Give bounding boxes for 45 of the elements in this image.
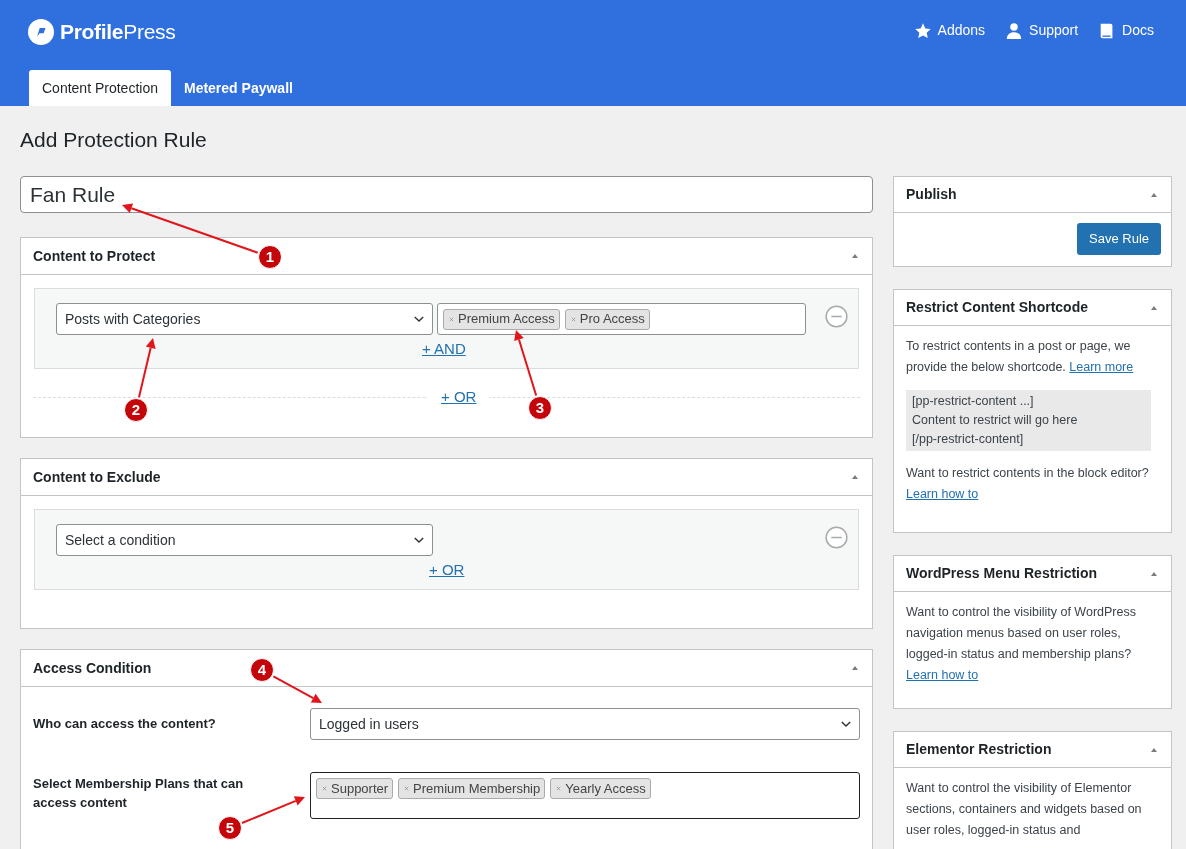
tag-chip: Premium Access (443, 308, 560, 330)
dropdown[interactable]: Select a condition (56, 524, 433, 556)
learn-link[interactable]: Learn how to (906, 487, 979, 501)
rule-title-field[interactable]: Fan Rule (20, 176, 873, 213)
annotation-arrow (241, 796, 305, 825)
learn-link[interactable]: Learn how to (906, 668, 979, 682)
panel-title: Content to Protect (33, 246, 156, 266)
logo-text: ProfilePress (60, 19, 176, 45)
page-title: Add Protection Rule (20, 127, 208, 153)
tag-chip: Premium Membership (398, 778, 546, 799)
panel-title: Content to Exclude (33, 467, 161, 487)
panel-title: WordPress Menu Restriction (906, 564, 1098, 583)
description-text: To restrict contents in a post or page, we provide the below shortcode. Learn more (906, 338, 1135, 376)
learn-link[interactable]: Learn more (1069, 360, 1134, 374)
or-link[interactable]: + OR (429, 559, 465, 582)
star-icon (913, 21, 932, 40)
header-link[interactable]: Support (1005, 20, 1079, 41)
person-icon (1005, 21, 1024, 40)
field-label: Select Membership Plans that can access content (33, 775, 245, 812)
tab[interactable]: Metered Paywall (170, 70, 306, 106)
header-link[interactable]: Addons (913, 20, 986, 41)
remove-circle-icon[interactable] (825, 305, 848, 328)
annotation-arrow (272, 675, 322, 703)
shortcode-block: [pp-restrict-content ...] Content to restrict will go here [/pp-restrict-content] (906, 390, 1151, 451)
description-text: Want to control the visibility of WordPress navigation menus based on user roles, logged-in status and membership plans? Learn how to (906, 604, 1137, 684)
logo-icon (28, 18, 54, 45)
and-link[interactable]: + AND (422, 338, 466, 361)
panel-title: Elementor Restriction (906, 740, 1052, 759)
tab[interactable]: Content Protection (29, 70, 171, 106)
annotation-arrow (138, 338, 156, 399)
panel-title: Publish (906, 185, 957, 204)
tag-chip: Yearly Access (550, 778, 651, 799)
tag-chip: Supporter (316, 778, 394, 799)
dropdown[interactable]: Posts with Categories (56, 303, 433, 335)
panel-title: Access Condition (33, 658, 152, 678)
description-text: Want to control the visibility of Elementor sections, containers and widgets based on user roles, logged-in status and (906, 780, 1143, 839)
dropdown[interactable]: Logged in users (310, 708, 860, 740)
save-rule-button[interactable]: Save Rule (1077, 223, 1161, 255)
annotation-arrow (514, 330, 538, 397)
panel-title: Restrict Content Shortcode (906, 298, 1088, 317)
field-label: Who can access the content? (33, 715, 217, 734)
header-link[interactable]: Docs (1098, 20, 1154, 41)
description-text: Want to restrict contents in the block editor? Learn how to (906, 465, 1150, 503)
tag-chip: Pro Access (564, 308, 650, 330)
remove-circle-icon[interactable] (825, 526, 848, 549)
